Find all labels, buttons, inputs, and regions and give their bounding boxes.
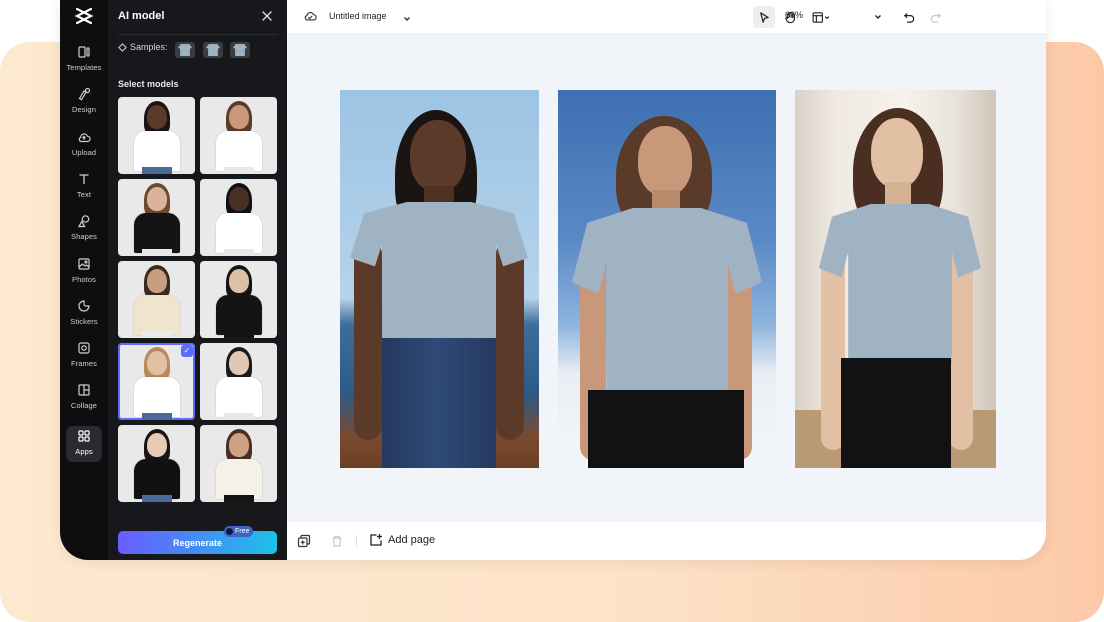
toolbar-divider <box>356 535 357 547</box>
panel-divider <box>118 34 278 35</box>
rail-item-apps[interactable]: Apps <box>66 426 102 462</box>
diamond-icon <box>118 42 127 52</box>
select-models-label: Select models <box>118 79 179 89</box>
sample-thumb[interactable] <box>203 42 223 58</box>
model-thumbnail[interactable] <box>118 261 195 338</box>
generated-image[interactable] <box>340 90 539 468</box>
canvas-area[interactable] <box>287 34 1046 522</box>
duplicate-page-icon[interactable] <box>297 534 311 548</box>
regenerate-button[interactable]: Regenerate <box>118 531 277 554</box>
rail-item-label: Frames <box>70 359 98 369</box>
zoom-level[interactable]: 69% <box>785 10 803 20</box>
upload-icon <box>77 127 91 144</box>
apps-icon <box>77 426 91 443</box>
layout-icon <box>812 11 830 23</box>
model-thumbnail[interactable]: ✓ <box>118 343 195 420</box>
sample-thumb[interactable] <box>230 42 250 58</box>
redo-icon <box>930 12 941 23</box>
model-thumbnail[interactable] <box>118 179 195 256</box>
left-rail: Templates Design Upload Text Shapes Photos Sti… <box>60 0 108 560</box>
cloud-icon[interactable] <box>303 9 317 23</box>
shapes-icon <box>77 211 91 228</box>
model-thumbnail[interactable] <box>200 179 277 256</box>
layout-menu-button[interactable] <box>807 6 835 28</box>
sample-thumb[interactable] <box>175 42 195 58</box>
design-icon <box>77 84 91 101</box>
rail-item-label: Text <box>76 189 92 199</box>
generated-image[interactable] <box>558 90 776 468</box>
model-grid: ✓ <box>118 97 278 502</box>
rail-item-label: Apps <box>75 447 93 456</box>
chevron-down-icon <box>875 15 881 19</box>
rail-item-design[interactable]: Design <box>62 84 106 122</box>
stickers-icon <box>77 296 91 313</box>
select-tool-button[interactable] <box>753 6 775 28</box>
generated-image[interactable] <box>795 90 996 468</box>
samples-label: Samples: <box>130 42 168 52</box>
undo-icon <box>903 12 914 23</box>
rail-item-collage[interactable]: Collage <box>62 380 106 418</box>
capcut-logo-icon[interactable] <box>72 4 96 26</box>
model-thumbnail[interactable] <box>200 97 277 174</box>
model-thumbnail[interactable] <box>118 97 195 174</box>
rail-item-templates[interactable]: Templates <box>62 42 106 80</box>
text-icon <box>77 169 91 186</box>
panel-title: AI model <box>118 10 165 22</box>
rail-item-stickers[interactable]: Stickers <box>62 296 106 334</box>
add-page-button[interactable]: Add page <box>369 533 435 547</box>
ai-model-panel: AI model Samples: Select models ✓ Regene… <box>108 0 287 560</box>
top-toolbar: Untitled image 69% <box>287 0 1046 34</box>
rail-item-label: Shapes <box>70 232 98 242</box>
rail-item-label: Photos <box>72 274 96 284</box>
model-thumbnail[interactable] <box>200 425 277 502</box>
pointer-icon <box>759 11 769 23</box>
free-badge: Free <box>224 526 254 537</box>
rail-item-photos[interactable]: Photos <box>62 254 106 292</box>
rail-item-frames[interactable]: Frames <box>62 338 106 376</box>
rail-item-shapes[interactable]: Shapes <box>62 211 106 249</box>
photos-icon <box>77 254 91 271</box>
chevron-down-icon[interactable] <box>402 11 412 21</box>
model-thumbnail[interactable] <box>200 343 277 420</box>
model-thumbnail[interactable] <box>200 261 277 338</box>
coin-icon <box>226 528 233 535</box>
selected-check-icon: ✓ <box>181 345 193 357</box>
document-title[interactable]: Untitled image <box>329 11 387 21</box>
app-window: Templates Design Upload Text Shapes Photos Sti… <box>60 0 1046 560</box>
zoom-dropdown-button[interactable] <box>869 6 887 28</box>
add-page-icon <box>370 534 382 546</box>
collage-icon <box>77 380 91 397</box>
samples-row: Samples: <box>118 42 168 52</box>
redo-button[interactable] <box>924 6 946 28</box>
add-page-label: Add page <box>388 534 436 546</box>
frames-icon <box>77 338 91 355</box>
rail-item-upload[interactable]: Upload <box>62 127 106 165</box>
bottom-toolbar: Add page <box>287 522 1046 560</box>
rail-item-label: Collage <box>70 401 98 411</box>
undo-button[interactable] <box>898 6 920 28</box>
rail-item-label: Templates <box>66 63 102 72</box>
rail-item-text[interactable]: Text <box>62 169 106 207</box>
free-badge-label: Free <box>235 528 250 535</box>
templates-icon <box>77 42 91 59</box>
rail-item-label: Stickers <box>70 316 98 326</box>
model-thumbnail[interactable] <box>118 425 195 502</box>
close-icon[interactable] <box>260 9 274 23</box>
trash-icon[interactable] <box>330 534 344 548</box>
rail-item-label: Design <box>72 105 96 115</box>
rail-item-label: Upload <box>71 147 97 157</box>
